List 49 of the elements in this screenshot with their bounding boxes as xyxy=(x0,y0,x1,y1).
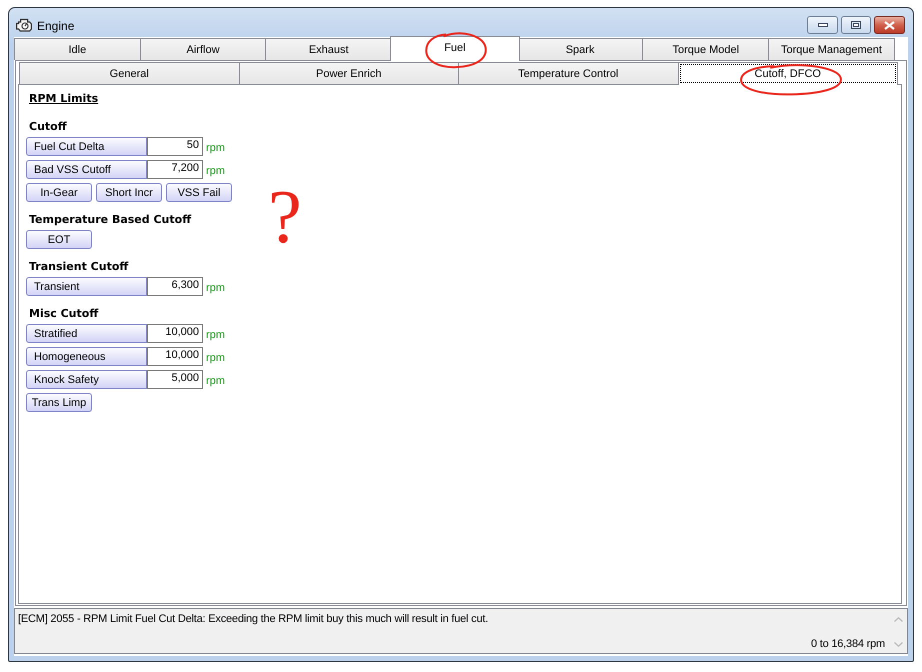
parameter-button[interactable]: Knock Safety xyxy=(26,370,147,389)
group-heading: Temperature Based Cutoff xyxy=(29,213,192,227)
tab[interactable]: Torque Management xyxy=(768,38,895,60)
parameter-button[interactable]: Fuel Cut Delta xyxy=(26,137,147,156)
unit-label: rpm xyxy=(206,329,225,342)
tab[interactable]: Idle xyxy=(14,38,141,60)
unit-label: rpm xyxy=(206,165,225,178)
option-button[interactable]: Trans Limp xyxy=(26,393,92,412)
maximize-icon xyxy=(851,21,861,29)
tab[interactable]: Temperature Control xyxy=(458,62,678,84)
parameter-button[interactable]: Homogeneous xyxy=(26,347,147,366)
option-button[interactable]: Short Incr xyxy=(96,183,162,202)
status-message: [ECM] 2055 - RPM Limit Fuel Cut Delta: Exceeding the RPM limit buy this much will result in fuel cut. xyxy=(18,612,488,626)
minimize-icon xyxy=(818,23,828,27)
value-field[interactable]: 5,000 xyxy=(147,370,203,389)
group-heading: Cutoff xyxy=(29,120,67,134)
tab[interactable]: Power Enrich xyxy=(238,62,459,84)
engine-icon xyxy=(16,18,32,32)
tab[interactable]: Airflow xyxy=(140,38,266,60)
value-field[interactable]: 6,300 xyxy=(147,277,203,296)
maximize-button[interactable] xyxy=(841,16,871,34)
group-heading: Misc Cutoff xyxy=(29,307,98,321)
parameter-button[interactable]: Stratified xyxy=(26,324,147,343)
unit-label: rpm xyxy=(206,375,225,388)
unit-label: rpm xyxy=(206,282,225,295)
parameter-button[interactable]: Bad VSS Cutoff xyxy=(26,160,147,179)
tab[interactable]: Torque Model xyxy=(642,38,770,60)
section-heading: RPM Limits xyxy=(29,92,98,106)
tab[interactable]: General xyxy=(19,62,240,84)
tab[interactable]: Exhaust xyxy=(265,38,392,60)
minimize-button[interactable] xyxy=(807,16,838,34)
value-field[interactable]: 10,000 xyxy=(147,324,203,343)
value-field[interactable]: 10,000 xyxy=(147,347,203,366)
close-icon xyxy=(884,20,895,30)
option-button[interactable]: EOT xyxy=(26,230,92,249)
tab[interactable]: Fuel xyxy=(390,36,520,61)
window-title: Engine xyxy=(37,19,74,33)
option-button[interactable]: In-Gear xyxy=(26,183,92,202)
group-heading: Transient Cutoff xyxy=(29,260,128,274)
value-field[interactable]: 7,200 xyxy=(147,160,203,179)
unit-label: rpm xyxy=(206,142,225,155)
tab[interactable]: Cutoff, DFCO xyxy=(678,62,898,85)
value-field[interactable]: 50 xyxy=(147,137,203,156)
close-button[interactable] xyxy=(874,16,905,34)
parameter-button[interactable]: Transient xyxy=(26,277,147,296)
option-button[interactable]: VSS Fail xyxy=(166,183,232,202)
unit-label: rpm xyxy=(206,352,225,365)
range-label: 0 to 16,384 rpm xyxy=(810,637,885,651)
question-mark-annotation: ? xyxy=(268,187,302,248)
